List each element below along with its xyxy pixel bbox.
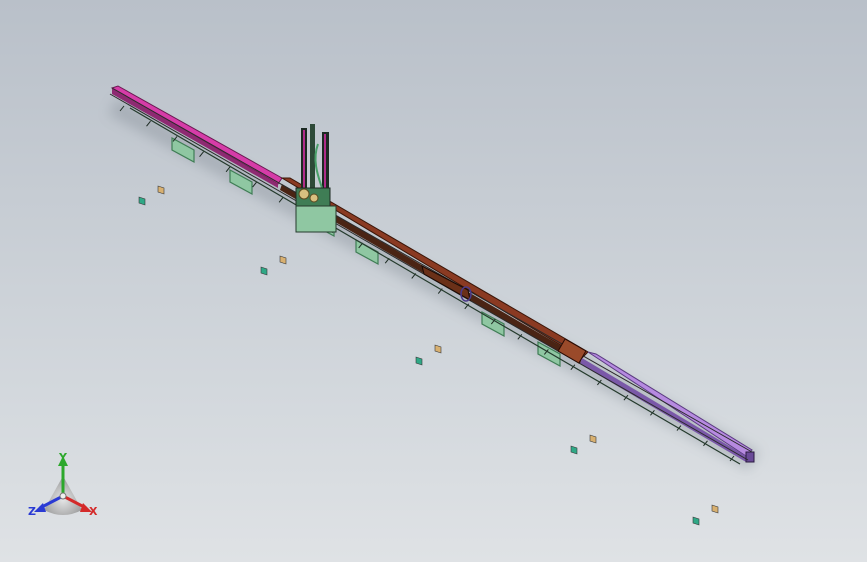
rail-end-cap — [745, 451, 755, 463]
floor-marker-teal — [570, 445, 578, 455]
model-viewport[interactable]: Y X Z — [0, 0, 867, 562]
floor-marker-tan — [157, 185, 165, 195]
floor-marker-tan — [589, 434, 597, 444]
tower-post-mid — [310, 124, 315, 194]
floor-marker-teal — [415, 356, 423, 366]
conveyor-assembly-model[interactable]: Y X Z — [0, 0, 867, 562]
triad-z-label: Z — [28, 505, 36, 518]
triad-y-label: Y — [58, 451, 68, 464]
rail-under-line — [129, 107, 741, 465]
rail-segment-magenta-side — [112, 88, 278, 188]
tower-post-left-accent — [303, 130, 305, 190]
lift-tower[interactable] — [295, 124, 337, 233]
floor-marker-tan — [279, 255, 287, 265]
floor-marker-tan — [711, 504, 719, 514]
triad-origin — [59, 492, 67, 500]
tower-post-right-accent — [324, 134, 326, 192]
triad-x-label: X — [89, 505, 98, 518]
rail-segment-magenta[interactable] — [110, 85, 283, 185]
tower-lower-frame — [295, 205, 337, 233]
rail-segment-violet[interactable] — [587, 351, 753, 457]
rail-shadow — [108, 98, 760, 470]
floor-marker-teal — [138, 196, 146, 206]
floor-marker-tan — [434, 344, 442, 354]
floor-marker-teal — [260, 266, 268, 276]
coordinate-triad[interactable]: Y X Z — [28, 451, 98, 518]
floor-markers — [138, 185, 719, 526]
rail-top-edge — [111, 87, 753, 453]
tower-gear — [298, 188, 310, 200]
tower-hose — [314, 143, 323, 189]
tower-gear-2 — [309, 193, 319, 203]
floor-marker-teal — [692, 516, 700, 526]
rail-segment-violet-side — [580, 358, 746, 462]
